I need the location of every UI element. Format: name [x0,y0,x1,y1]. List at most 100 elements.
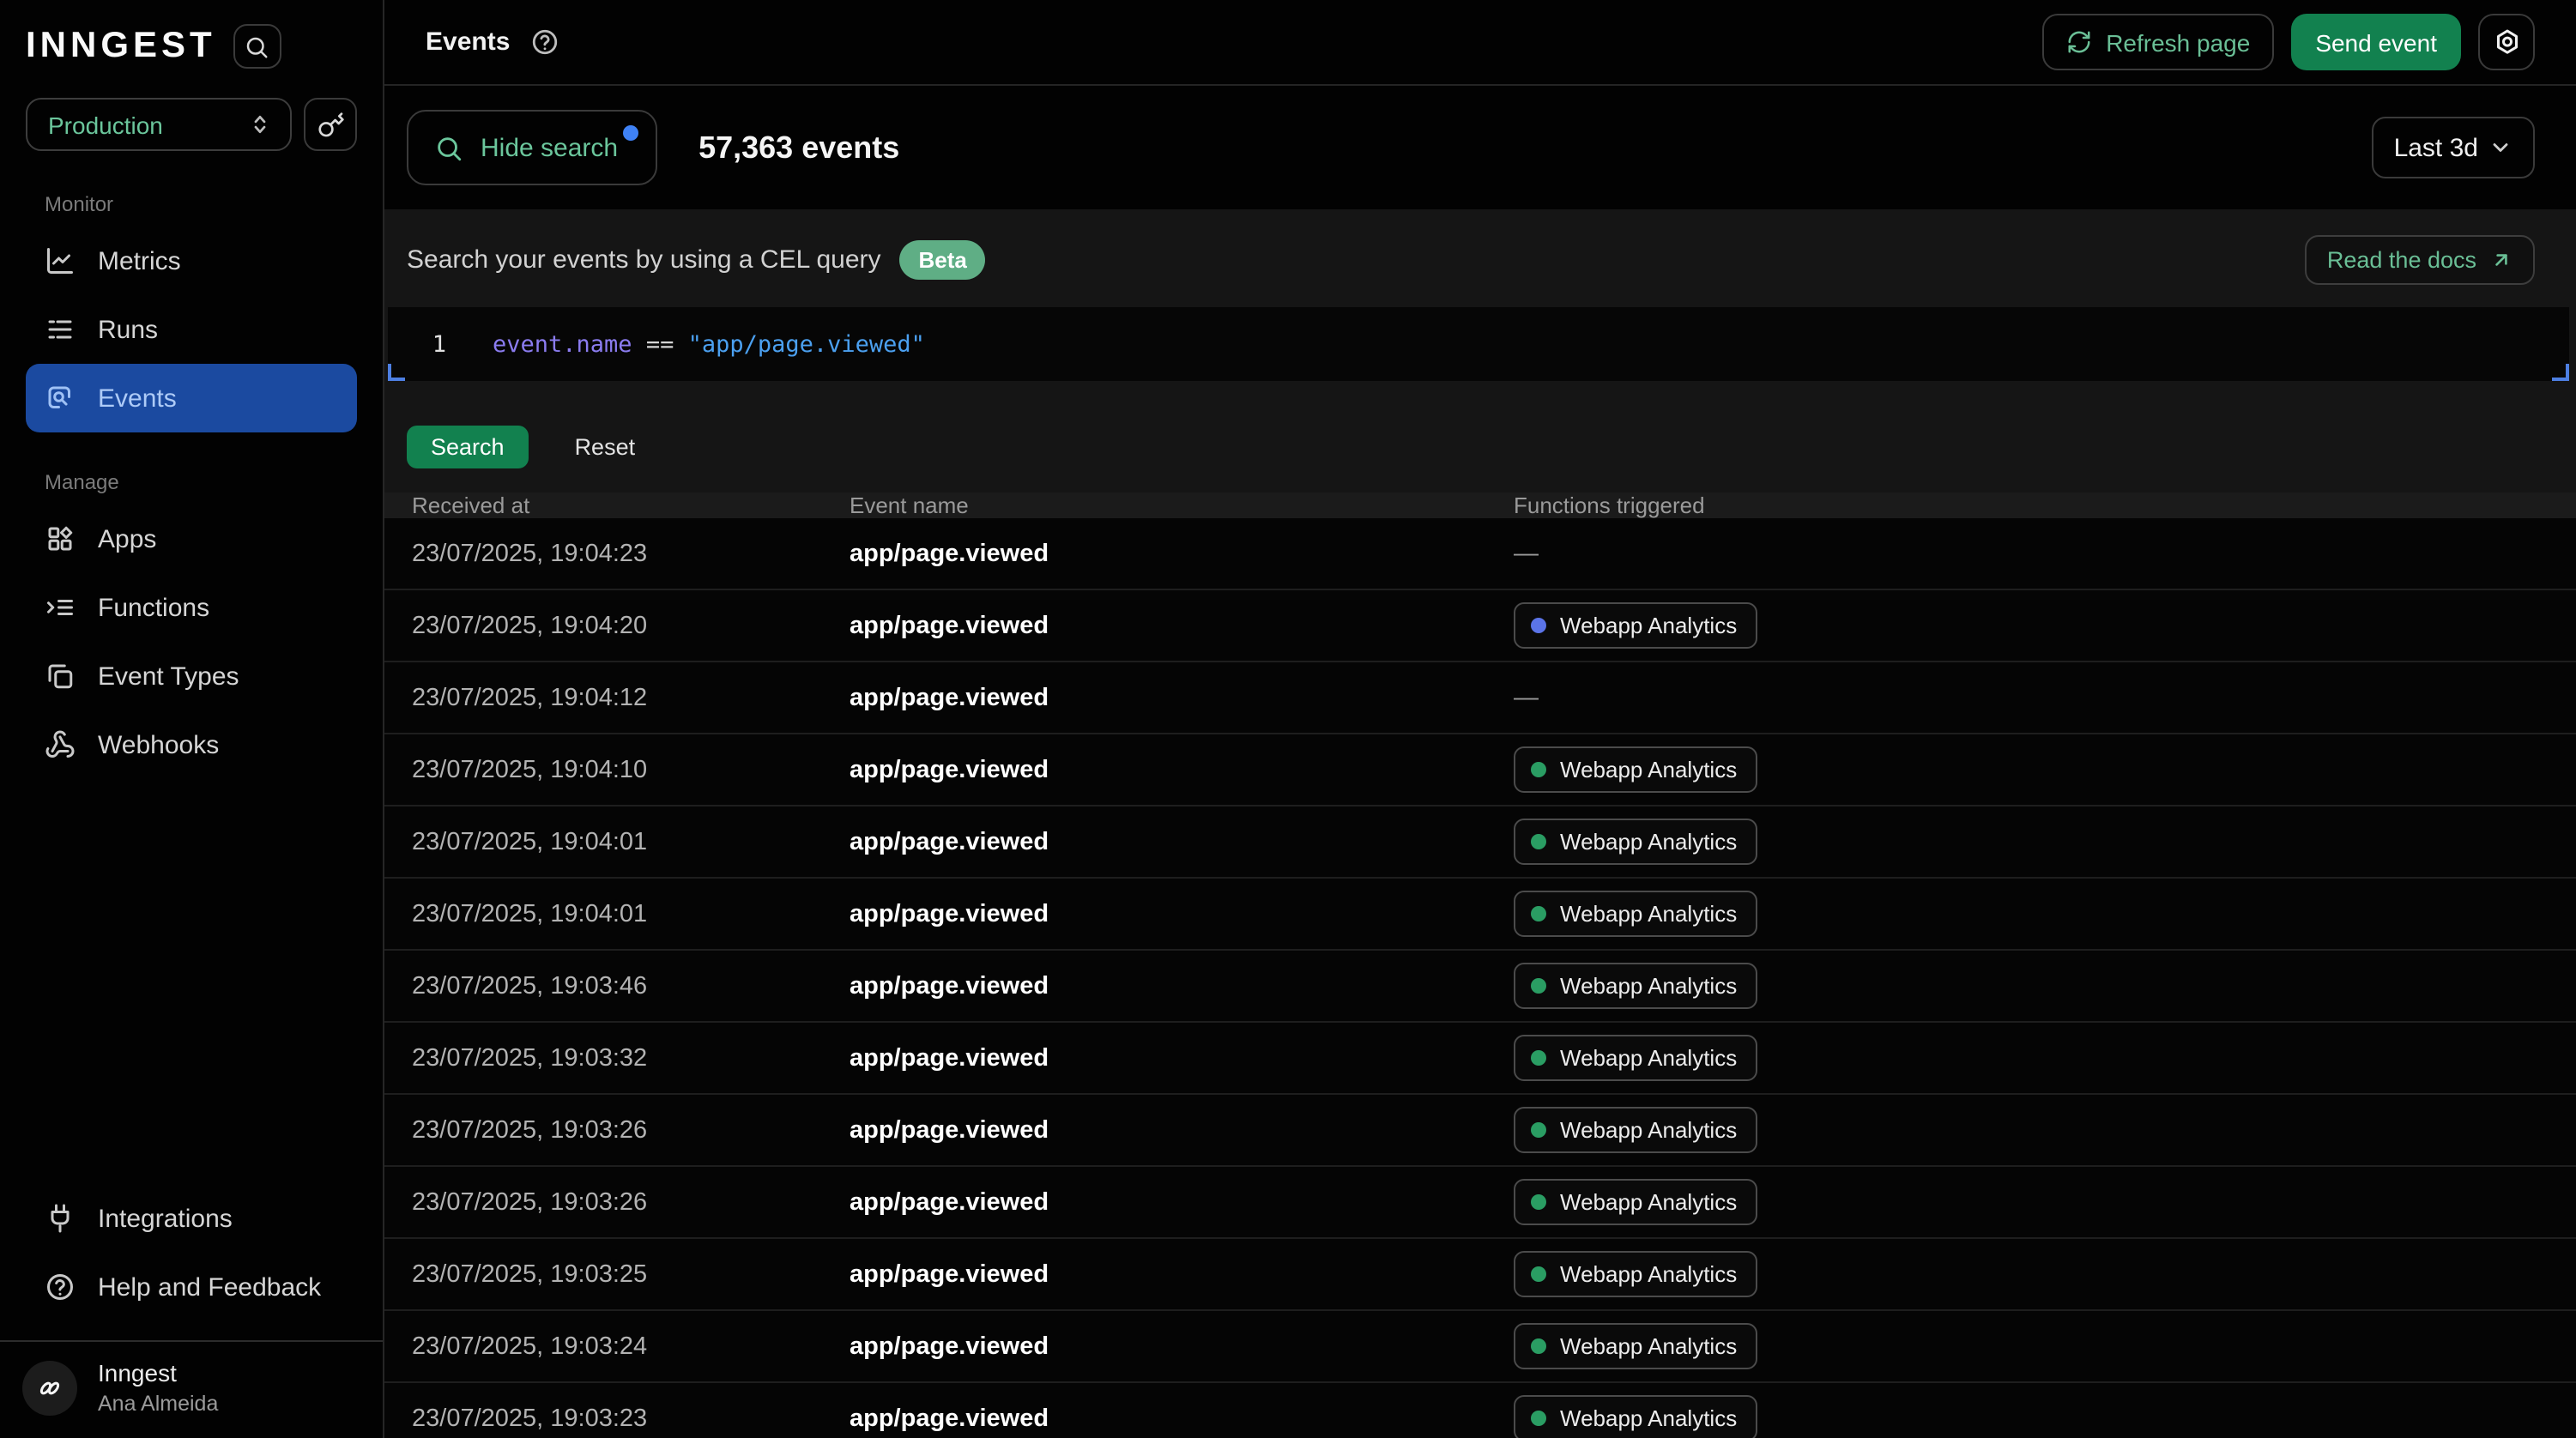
function-badge[interactable]: Webapp Analytics [1514,746,1757,793]
function-badge[interactable]: Webapp Analytics [1514,1035,1757,1081]
cell-received-at: 23/07/2025, 19:04:12 [412,684,850,711]
time-range-select[interactable]: Last 3d [2372,117,2535,178]
cell-received-at: 23/07/2025, 19:04:23 [412,540,850,567]
sidebar-item-label: Event Types [98,662,239,691]
cell-functions: Webapp Analytics [1514,1107,2576,1153]
inngest-dashboard: INNGEST Production Monitor [0,0,2576,1438]
read-docs-label: Read the docs [2327,247,2476,273]
function-status-dot [1531,1050,1546,1066]
event-row[interactable]: 23/07/2025, 19:03:26 app/page.viewed Web… [384,1167,2576,1239]
account-menu[interactable]: Inngest Ana Almeida [0,1341,383,1438]
sidebar-item-help[interactable]: Help and Feedback [26,1254,357,1322]
function-status-dot [1531,1266,1546,1282]
search-notification-dot [623,125,638,141]
send-event-button[interactable]: Send event [2291,14,2461,70]
function-badge[interactable]: Webapp Analytics [1514,819,1757,865]
main-content: Events Refresh page Send event [384,0,2576,1438]
sidebar-item-apps[interactable]: Apps [26,505,357,573]
event-row[interactable]: 23/07/2025, 19:03:32 app/page.viewed Web… [384,1023,2576,1095]
event-row[interactable]: 23/07/2025, 19:03:46 app/page.viewed Web… [384,951,2576,1023]
function-name: Webapp Analytics [1560,973,1737,999]
sidebar-item-integrations[interactable]: Integrations [26,1185,357,1254]
no-functions-dash: — [1514,684,1539,711]
column-header-event-name: Event name [850,492,1514,518]
event-row[interactable]: 23/07/2025, 19:04:12 app/page.viewed — [384,662,2576,734]
event-row[interactable]: 23/07/2025, 19:04:10 app/page.viewed Web… [384,734,2576,807]
sidebar-item-runs[interactable]: Runs [26,295,357,364]
sidebar-search-button[interactable] [233,24,281,69]
functions-icon [45,592,76,623]
sidebar-item-label: Functions [98,593,209,622]
cell-functions: Webapp Analytics [1514,819,2576,865]
event-row[interactable]: 23/07/2025, 19:04:23 app/page.viewed — [384,518,2576,590]
cell-functions: Webapp Analytics [1514,1323,2576,1369]
settings-button[interactable] [2478,14,2535,70]
cell-received-at: 23/07/2025, 19:04:20 [412,612,850,639]
help-icon [45,1272,76,1303]
column-header-received-at: Received at [412,492,850,518]
function-badge[interactable]: Webapp Analytics [1514,1179,1757,1225]
function-status-dot [1531,1194,1546,1210]
sidebar-item-label: Metrics [98,246,181,275]
event-row[interactable]: 23/07/2025, 19:03:23 app/page.viewed Web… [384,1383,2576,1438]
inngest-logo: INNGEST [26,26,216,67]
chevrons-up-down-icon [247,112,273,137]
code-token-operator: == [632,330,688,358]
cell-event-name: app/page.viewed [850,1044,1514,1072]
inngest-mark-icon [34,1373,65,1404]
function-badge[interactable]: Webapp Analytics [1514,963,1757,1009]
function-badge[interactable]: Webapp Analytics [1514,1107,1757,1153]
hide-search-button[interactable]: Hide search [407,110,657,185]
cell-functions: Webapp Analytics [1514,1035,2576,1081]
cell-event-name: app/page.viewed [850,1332,1514,1360]
events-count: 57,363 events [698,130,899,166]
sidebar-item-label: Help and Feedback [98,1273,321,1302]
cell-received-at: 23/07/2025, 19:03:26 [412,1188,850,1216]
cell-event-name: app/page.viewed [850,900,1514,927]
reset-button[interactable]: Reset [575,434,636,460]
refresh-page-label: Refresh page [2106,28,2250,56]
cell-received-at: 23/07/2025, 19:04:10 [412,756,850,783]
cell-functions: — [1514,540,2576,567]
refresh-page-button[interactable]: Refresh page [2042,14,2274,70]
column-header-functions-triggered: Functions triggered [1514,492,2576,518]
function-status-dot [1531,1338,1546,1354]
function-badge[interactable]: Webapp Analytics [1514,891,1757,937]
sidebar-item-metrics[interactable]: Metrics [26,227,357,295]
function-name: Webapp Analytics [1560,1405,1737,1431]
event-row[interactable]: 23/07/2025, 19:04:01 app/page.viewed Web… [384,807,2576,879]
beta-badge: Beta [900,240,986,280]
event-row[interactable]: 23/07/2025, 19:03:25 app/page.viewed Web… [384,1239,2576,1311]
account-info: Inngest Ana Almeida [98,1360,218,1418]
code-token-property: event.name [493,330,632,358]
cell-event-name: app/page.viewed [850,684,1514,711]
event-row[interactable]: 23/07/2025, 19:04:01 app/page.viewed Web… [384,879,2576,951]
page-help-icon[interactable] [530,27,559,57]
function-badge[interactable]: Webapp Analytics [1514,1251,1757,1297]
event-row[interactable]: 23/07/2025, 19:04:20 app/page.viewed Web… [384,590,2576,662]
function-badge[interactable]: Webapp Analytics [1514,1395,1757,1438]
cell-received-at: 23/07/2025, 19:03:23 [412,1405,850,1432]
event-row[interactable]: 23/07/2025, 19:03:26 app/page.viewed Web… [384,1095,2576,1167]
sidebar-item-label: Integrations [98,1205,233,1234]
gear-icon [2491,27,2522,57]
sidebar-item-webhooks[interactable]: Webhooks [26,710,357,779]
cell-event-name: app/page.viewed [850,1188,1514,1216]
sidebar-item-label: Runs [98,315,158,344]
cel-query-editor[interactable]: 1 event.name == "app/page.viewed" [388,307,2569,381]
cell-event-name: app/page.viewed [850,972,1514,1000]
environment-selector[interactable]: Production [26,98,292,151]
section-label-monitor: Monitor [0,192,383,216]
event-keys-button[interactable] [304,98,357,151]
sidebar-item-functions[interactable]: Functions [26,573,357,642]
page-header: Events Refresh page Send event [384,0,2576,86]
event-row[interactable]: 23/07/2025, 19:03:24 app/page.viewed Web… [384,1311,2576,1383]
search-icon [245,33,270,59]
sidebar-item-event-types[interactable]: Event Types [26,642,357,710]
search-button[interactable]: Search [407,426,529,468]
read-docs-button[interactable]: Read the docs [2305,235,2535,285]
function-badge[interactable]: Webapp Analytics [1514,1323,1757,1369]
sidebar-item-events[interactable]: Events [26,364,357,432]
function-badge[interactable]: Webapp Analytics [1514,602,1757,649]
editor-line-number: 1 [388,330,446,358]
